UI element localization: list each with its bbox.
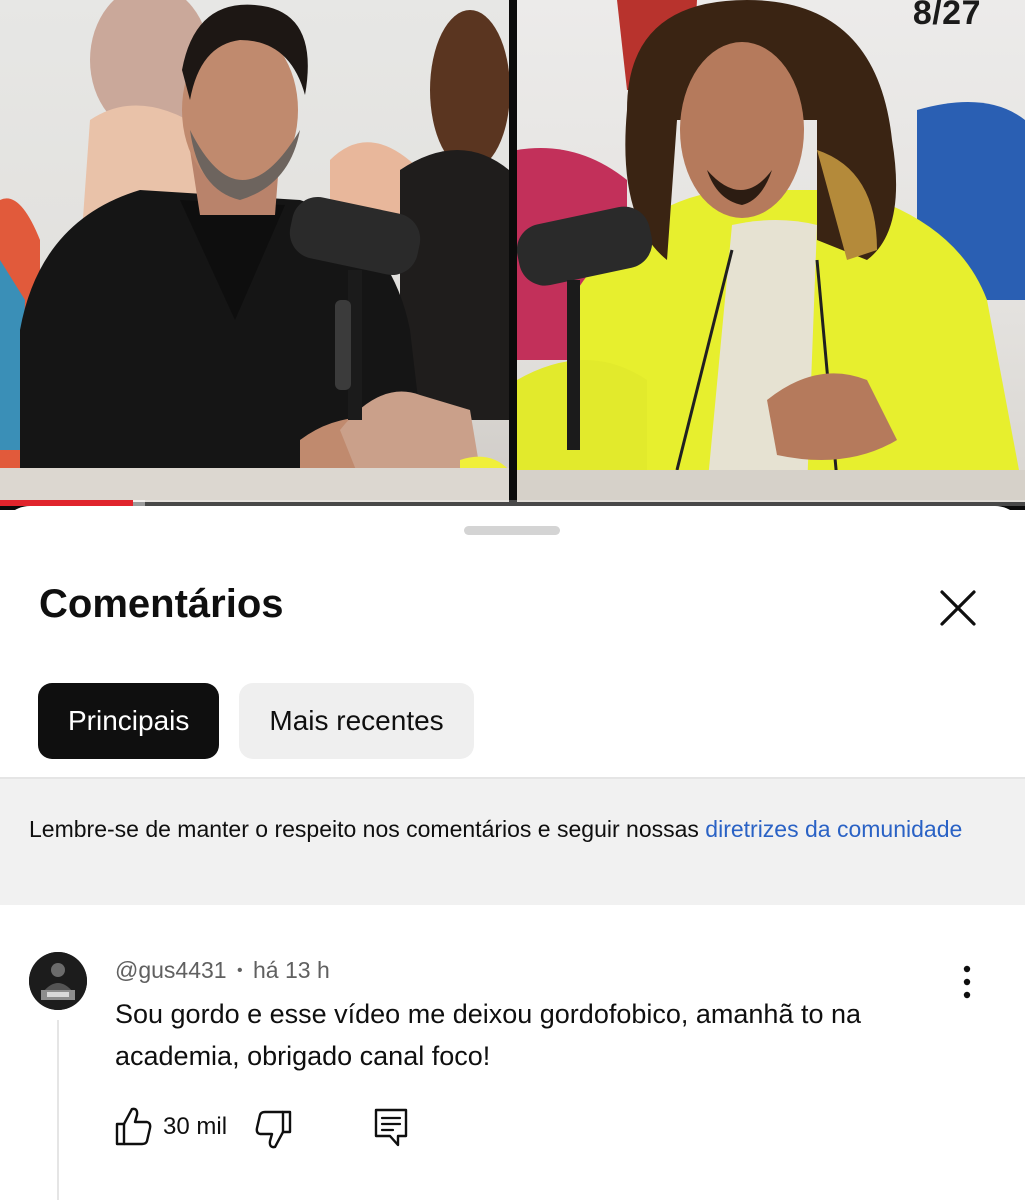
avatar[interactable]	[29, 952, 87, 1010]
like-count: 30 mil	[163, 1113, 228, 1140]
drag-handle[interactable]	[464, 526, 560, 535]
reply-icon[interactable]	[373, 1107, 409, 1149]
filter-chips: Principais Mais recentes	[38, 683, 474, 759]
community-guidelines-link[interactable]: diretrizes da comunidade	[705, 816, 962, 842]
sheet-title: Comentários	[39, 582, 284, 626]
notice-text: Lembre-se de manter o respeito nos comen…	[29, 816, 706, 842]
close-icon[interactable]	[934, 584, 982, 632]
chip-principais[interactable]: Principais	[38, 683, 220, 759]
comment-time: há 13 h	[253, 957, 330, 983]
meta-separator: •	[237, 962, 243, 979]
video-player[interactable]: 8/27	[0, 0, 1025, 510]
right-speaker-illustration	[517, 0, 1025, 502]
video-frame-left	[0, 0, 509, 502]
comment-meta: @gus4431 • há 13 h	[115, 957, 330, 984]
chip-mais-recentes[interactable]: Mais recentes	[239, 683, 474, 759]
slide-counter: 8/27	[912, 0, 981, 32]
video-frame-right	[517, 0, 1025, 502]
thumbs-down-icon[interactable]	[254, 1108, 294, 1154]
thread-line	[57, 1020, 59, 1200]
comment-author[interactable]: @gus4431	[115, 957, 227, 983]
community-notice: Lembre-se de manter o respeito nos comen…	[0, 779, 1025, 905]
thumbs-up-icon[interactable]	[113, 1104, 153, 1150]
comments-sheet: Comentários Principais Mais recentes Lem…	[0, 506, 1025, 1200]
left-speaker-illustration	[0, 0, 509, 502]
comment-text: Sou gordo e esse vídeo me deixou gordofo…	[115, 999, 862, 1071]
